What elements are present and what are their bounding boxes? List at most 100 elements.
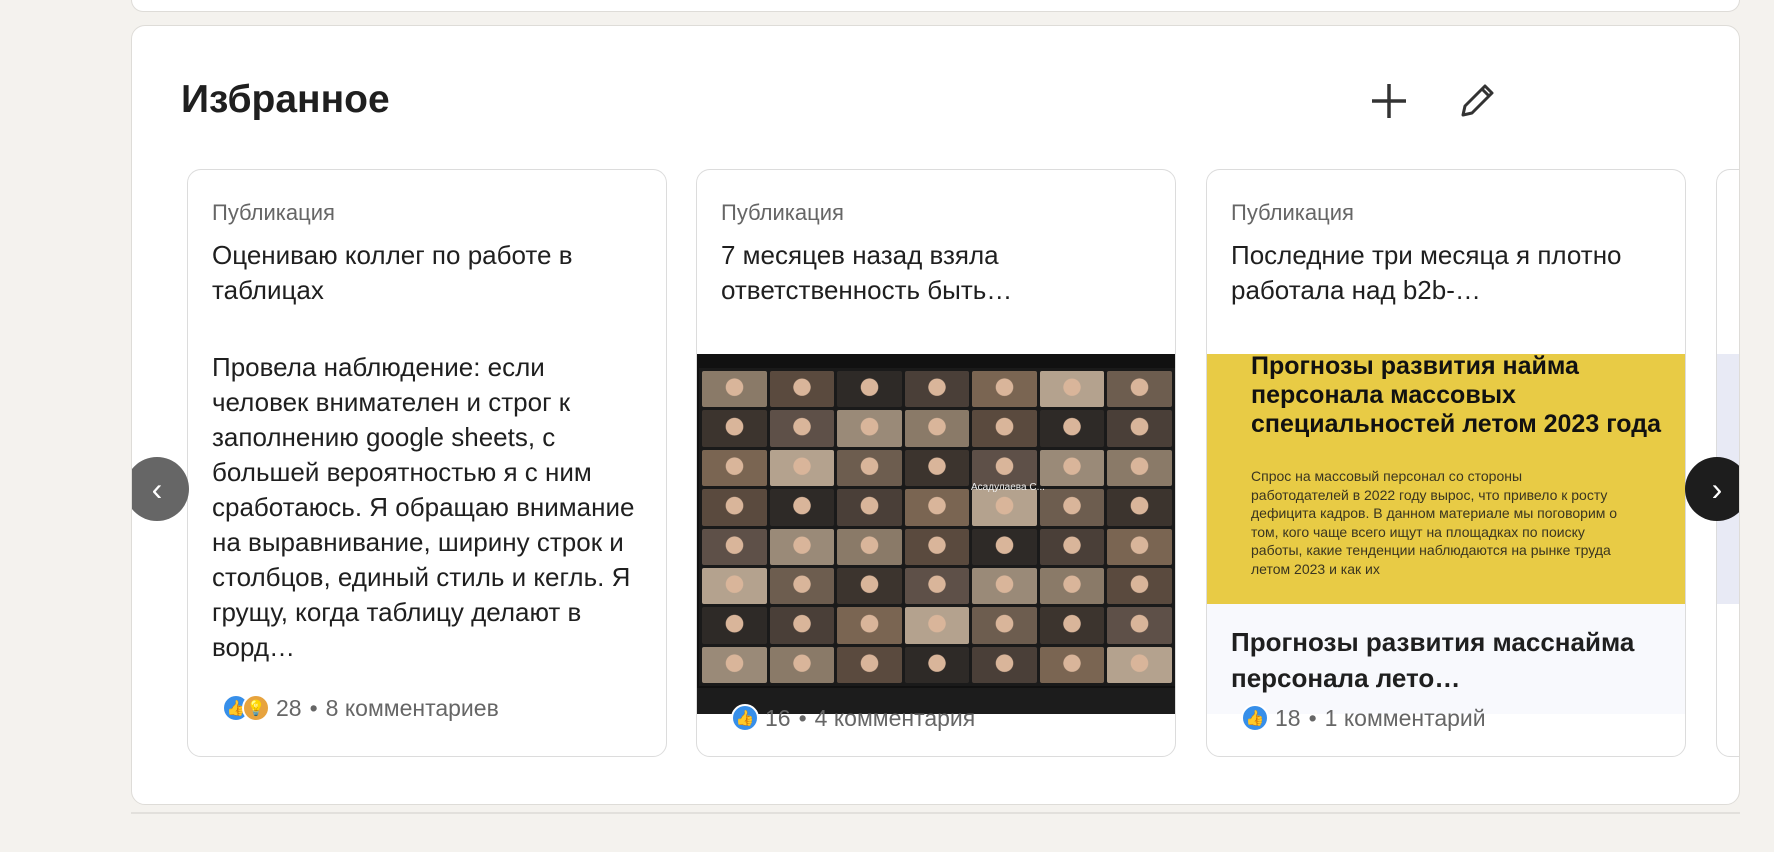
chevron-right-icon: › [1711, 470, 1723, 507]
participant-tile [972, 567, 1037, 605]
featured-section: Избранное Публикация Оцениваю коллег по … [131, 25, 1740, 805]
image-text: Спрос на массовый персонал со стороны ра… [1251, 468, 1618, 577]
participant-tile [904, 449, 970, 487]
like-icon: 👍 [731, 704, 759, 732]
comment-count[interactable]: 8 комментариев [326, 695, 499, 722]
participant-tile [972, 449, 1037, 487]
participant-tile [1039, 567, 1105, 605]
participant-tile [837, 646, 902, 683]
participant-tile [1107, 410, 1172, 447]
participant-tile [1107, 489, 1172, 526]
participant-tile [837, 410, 902, 447]
participant-tile [769, 371, 835, 408]
plus-icon [1372, 84, 1406, 118]
participant-tile [972, 646, 1037, 683]
separator: • [798, 704, 807, 731]
reaction-count: 18 [1275, 704, 1301, 731]
card-type: Публикация [721, 200, 844, 225]
like-icon: 👍 [1241, 704, 1269, 732]
participant-tile [1107, 646, 1172, 683]
article-image: Прогнозы развития найма персонала массов… [1207, 354, 1685, 604]
participant-tile [769, 449, 835, 487]
participant-tile [904, 646, 970, 683]
participant-tile [1107, 607, 1172, 644]
featured-card[interactable]: Публикация Последние три месяца я плотно… [1206, 169, 1686, 757]
card-body: Провела наблюдение: если человек внимате… [212, 352, 635, 662]
participant-tile [702, 371, 767, 408]
comment-count[interactable]: 1 комментарий [1325, 705, 1486, 732]
participant-tile [769, 528, 835, 565]
participant-tile [702, 528, 767, 565]
carousel-prev-button[interactable]: ‹ [132, 457, 189, 521]
participant-tile [1039, 489, 1105, 526]
participant-tile [837, 489, 902, 526]
section-title: Избранное [181, 78, 390, 121]
participant-tile [904, 528, 970, 565]
participant-tile [904, 410, 970, 447]
participant-tile [904, 607, 970, 644]
participant-tile [837, 449, 902, 487]
image-caption: Асадулаева С... [971, 482, 1045, 493]
card-headline: Последние три месяца я плотно работала н… [1231, 240, 1622, 305]
card-type: Публикация [212, 200, 335, 225]
participant-tile [769, 646, 835, 683]
article-title: Прогнозы развития масснайма персонала ле… [1231, 627, 1635, 693]
participant-tile [837, 607, 902, 644]
participant-tile [972, 489, 1037, 526]
social-counts[interactable]: 👍 16 • 4 комментария [731, 704, 975, 732]
card-headline: Оцениваю коллег по работе в таблицах [212, 240, 573, 305]
participant-tile [702, 607, 767, 644]
previous-section [131, 0, 1740, 12]
edit-button[interactable] [1450, 74, 1504, 128]
card-headline: 7 месяцев назад взяла ответственность бы… [721, 240, 1013, 305]
next-section [131, 812, 1740, 852]
lightbulb-icon: 💡 [242, 694, 270, 722]
add-button[interactable] [1362, 74, 1416, 128]
image-title: Прогнозы развития найма персонала массов… [1251, 354, 1661, 438]
card-type: Публикация [1231, 200, 1354, 225]
participant-tile [1107, 449, 1172, 487]
pencil-icon [1461, 84, 1494, 117]
participant-tile [769, 607, 835, 644]
video-call-screenshot: Асадулаева С... [697, 354, 1175, 714]
participant-tile [837, 567, 902, 605]
chevron-left-icon: ‹ [151, 470, 163, 507]
carousel-next-button[interactable]: › [1685, 457, 1739, 521]
separator: • [1308, 704, 1317, 731]
participant-tile [1107, 567, 1172, 605]
participant-tile [972, 410, 1037, 447]
reaction-count: 16 [765, 704, 791, 731]
participant-tile [972, 371, 1037, 408]
comment-count[interactable]: 4 комментария [815, 705, 976, 732]
participant-tile [702, 410, 767, 447]
participant-tile [1039, 410, 1105, 447]
featured-card[interactable]: Публикация Оцениваю коллег по работе в т… [187, 169, 667, 757]
participant-tile [1039, 607, 1105, 644]
participant-tile [972, 528, 1037, 565]
separator: • [309, 694, 318, 721]
participant-tile [904, 371, 970, 408]
participant-tile [702, 567, 767, 605]
participant-tile [1039, 528, 1105, 565]
participant-tile [702, 489, 767, 526]
article-preview[interactable]: Прогнозы развития найма персонала массов… [1207, 354, 1685, 714]
participant-tile [904, 489, 970, 526]
reaction-count: 28 [276, 694, 302, 721]
participant-tile [769, 489, 835, 526]
featured-card[interactable]: Публикация 7 месяцев назад взяла ответст… [696, 169, 1176, 757]
social-counts[interactable]: 👍 18 • 1 комментарий [1241, 704, 1486, 732]
participant-tile [904, 567, 970, 605]
participant-tile [702, 449, 767, 487]
participant-tile [837, 528, 902, 565]
participant-tile [1107, 371, 1172, 408]
participant-tile [1039, 646, 1105, 683]
participant-tile [837, 371, 902, 408]
participant-tile [1107, 528, 1172, 565]
participant-tile [972, 607, 1037, 644]
participant-tile [1039, 449, 1105, 487]
participant-tile [769, 410, 835, 447]
participant-tile [769, 567, 835, 605]
partial-card-left[interactable] [131, 169, 132, 757]
social-counts[interactable]: 👍 💡 28 • 8 комментариев [222, 694, 499, 722]
participant-tile [702, 646, 767, 683]
